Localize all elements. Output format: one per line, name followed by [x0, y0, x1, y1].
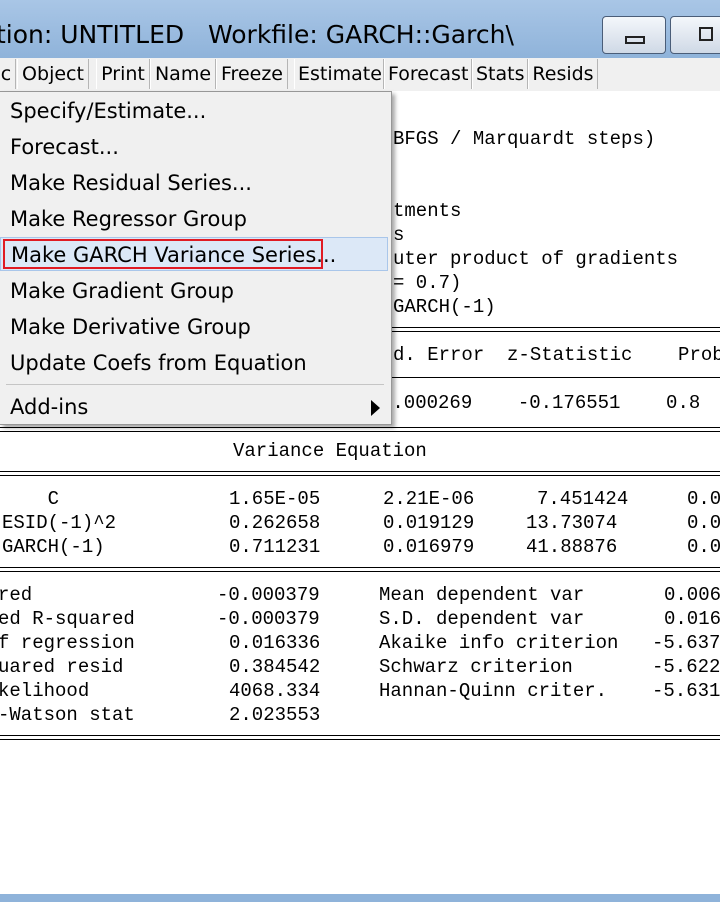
stat-label: red — [0, 584, 33, 606]
stat-label: Schwarz criterion — [379, 656, 573, 678]
stat-value: 0.384542 — [229, 656, 321, 678]
proc-dropdown-menu: Specify/Estimate... Forecast... Make Res… — [0, 91, 392, 425]
restore-button[interactable] — [670, 16, 720, 54]
highlight-annotation-box — [3, 239, 323, 269]
table-rule — [0, 427, 720, 428]
stat-label: uared resid — [0, 656, 124, 678]
stat-label: S.D. dependent var — [379, 608, 585, 630]
window-title: tion: UNTITLED Workfile: GARCH::Garch\ — [0, 20, 514, 49]
se-value: 2.21E-06 — [383, 488, 475, 510]
stat-value: -5.622 — [652, 656, 720, 678]
stat-label: ed R-squared — [0, 608, 135, 630]
stat-label: Hannan-Quinn criter. — [379, 680, 608, 702]
toolbar-button-object[interactable]: Object — [17, 59, 89, 89]
coef-value: 1.65E-05 — [229, 488, 321, 510]
table-rule — [0, 739, 720, 740]
coef-value: 0.711231 — [229, 536, 321, 558]
se-value: 0.019129 — [383, 512, 475, 534]
menu-item-make-derivative-group[interactable]: Make Derivative Group — [0, 310, 388, 344]
table-rule — [0, 735, 720, 736]
output-line: GARCH(-1) — [393, 296, 496, 318]
stat-value: 0.016 — [664, 608, 720, 630]
stat-label: kelihood — [0, 680, 90, 702]
minimize-icon — [625, 36, 645, 44]
submenu-arrow-icon — [371, 400, 380, 416]
window-bottom-border — [0, 894, 720, 902]
toolbar-button-proc[interactable]: c — [0, 59, 16, 89]
mean-row: ).000269 -0.176551 0.8 — [381, 392, 701, 414]
menu-item-make-gradient-group[interactable]: Make Gradient Group — [0, 274, 388, 308]
coef-value: 0.262658 — [229, 512, 321, 534]
table-rule — [0, 475, 720, 476]
stat-label: -Watson stat — [0, 704, 135, 726]
title-bar: tion: UNTITLED Workfile: GARCH::Garch\ — [0, 0, 720, 58]
se-value: 0.016979 — [383, 536, 475, 558]
z-value: 7.451424 — [537, 488, 629, 510]
row-label: GARCH(-1) — [2, 536, 105, 558]
table-rule — [0, 571, 720, 572]
z-value: 13.73074 — [526, 512, 618, 534]
stat-value: 0.016336 — [229, 632, 321, 654]
stat-value: -0.000379 — [217, 584, 320, 606]
row-label: C — [2, 488, 60, 510]
output-line: BFGS / Marquardt steps) — [393, 128, 656, 150]
stat-value: 4068.334 — [229, 680, 321, 702]
toolbar-button-print[interactable]: Print — [96, 59, 150, 89]
menu-item-label: Add-ins — [10, 395, 89, 419]
menu-item-make-residual-series[interactable]: Make Residual Series... — [0, 166, 388, 200]
toolbar-button-stats[interactable]: Stats — [472, 59, 528, 89]
z-value: 41.88876 — [526, 536, 618, 558]
menu-item-update-coefs[interactable]: Update Coefs from Equation — [0, 346, 388, 380]
output-line: uter product of gradients — [393, 248, 679, 270]
toolbar-button-name[interactable]: Name — [150, 59, 216, 89]
stat-value: -0.000379 — [217, 608, 320, 630]
coef-header: d. Error z-Statistic Prob — [393, 344, 720, 366]
menu-item-make-regressor-group[interactable]: Make Regressor Group — [0, 202, 388, 236]
row-label: ESID(-1)^2 — [2, 512, 117, 534]
equation-toolbar: c Object Print Name Freeze Estimate Fore… — [0, 58, 720, 92]
stat-value: 0.006 — [664, 584, 720, 606]
toolbar-button-freeze[interactable]: Freeze — [216, 59, 288, 89]
table-rule — [0, 471, 720, 472]
toolbar-button-resids[interactable]: Resids — [528, 59, 598, 89]
prob-value: 0.0 — [687, 536, 720, 558]
stat-label: Mean dependent var — [379, 584, 585, 606]
variance-equation-title: Variance Equation — [233, 440, 427, 462]
prob-value: 0.0 — [687, 512, 720, 534]
menu-separator — [6, 384, 384, 385]
stat-label: f regression — [0, 632, 135, 654]
stat-label: Akaike info criterion — [379, 632, 619, 654]
menu-item-add-ins[interactable]: Add-ins — [0, 390, 388, 424]
toolbar-button-estimate[interactable]: Estimate — [294, 59, 384, 89]
restore-icon — [699, 27, 713, 41]
toolbar-button-forecast[interactable]: Forecast — [384, 59, 472, 89]
minimize-button[interactable] — [602, 16, 666, 54]
output-line: tments — [393, 200, 462, 222]
menu-item-specify-estimate[interactable]: Specify/Estimate... — [0, 94, 388, 128]
menu-item-make-garch-variance-series[interactable]: Make GARCH Variance Series... — [0, 237, 388, 271]
menu-item-forecast[interactable]: Forecast... — [0, 130, 388, 164]
stat-value: -5.631 — [652, 680, 720, 702]
stat-value: -5.637 — [652, 632, 720, 654]
prob-value: 0.0 — [687, 488, 720, 510]
stat-value: 2.023553 — [229, 704, 321, 726]
output-line: = 0.7) — [393, 272, 462, 294]
output-line: s — [393, 224, 405, 246]
table-rule — [0, 431, 720, 432]
table-rule — [0, 567, 720, 568]
